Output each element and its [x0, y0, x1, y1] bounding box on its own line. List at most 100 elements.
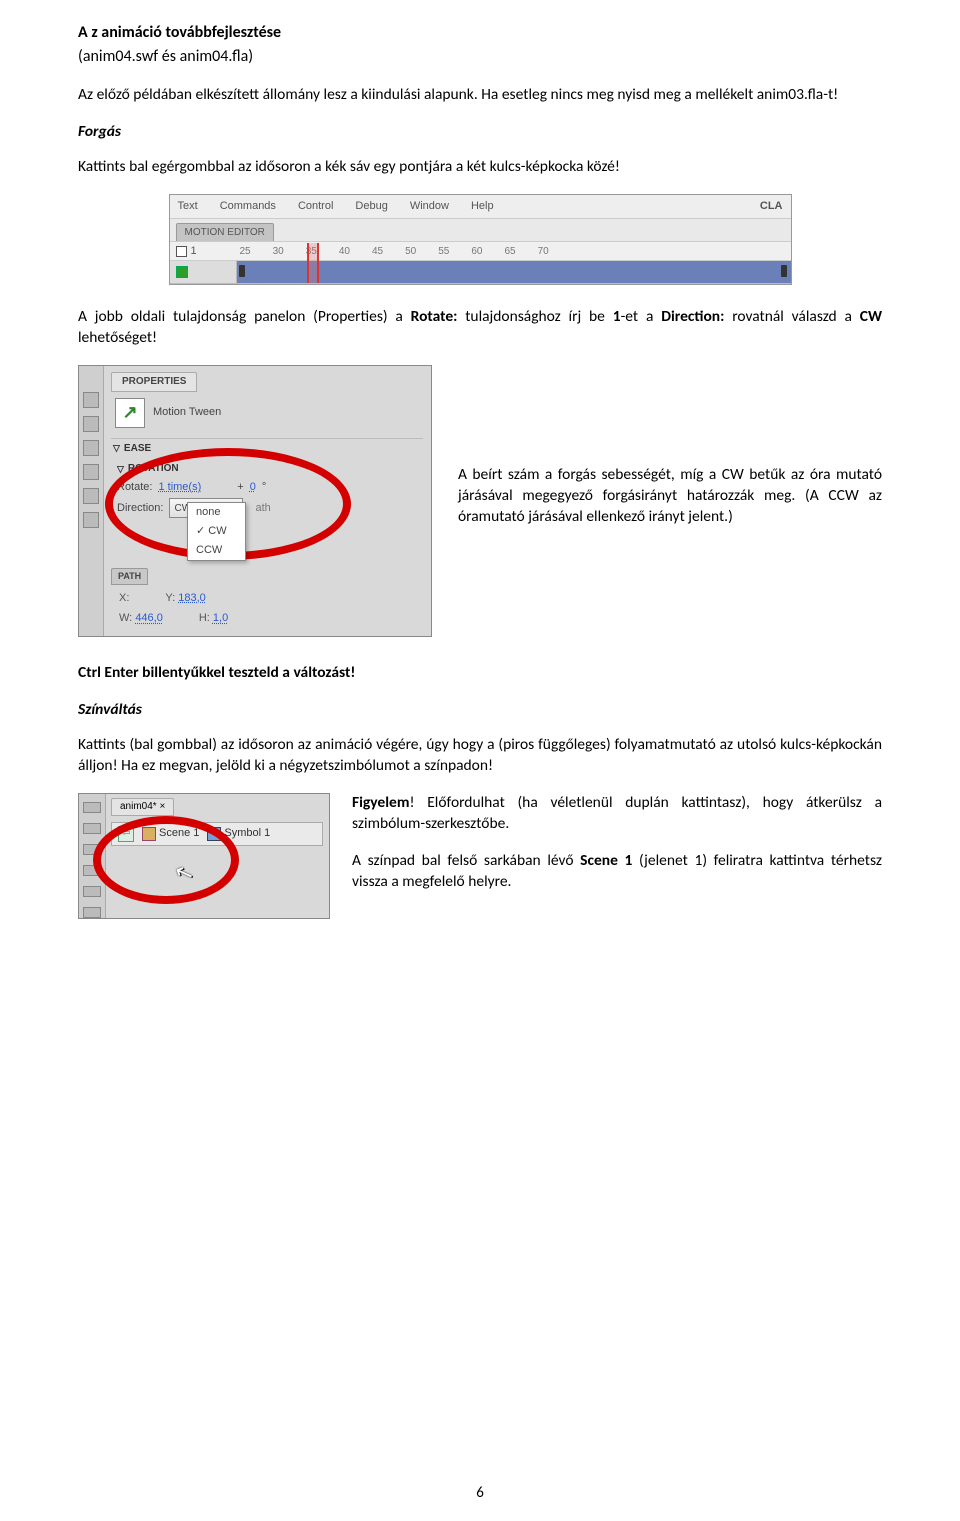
tool-icon[interactable]	[83, 802, 101, 813]
layer-lock-icon[interactable]	[176, 246, 187, 257]
text: A színpad bal felső sarkában lévő	[352, 851, 580, 870]
bold-scene1: Scene 1	[580, 851, 632, 870]
tool-icon[interactable]	[83, 392, 99, 408]
keyframe-icon[interactable]	[781, 265, 787, 277]
playhead-icon[interactable]	[307, 243, 319, 283]
bold-figyelem: Figyelem	[352, 793, 409, 812]
breadcrumb-scene[interactable]: Scene 1	[142, 826, 199, 841]
tool-icon[interactable]	[83, 907, 101, 918]
document-tab[interactable]: anim04* ×	[111, 798, 174, 816]
y-value[interactable]: 183,0	[178, 592, 206, 604]
bold-rotate: Rotate:	[411, 307, 458, 326]
tick: 30	[273, 245, 284, 259]
layer-color-swatch	[176, 266, 188, 278]
h-label: H:	[199, 612, 210, 624]
motion-tween-label: Motion Tween	[153, 405, 221, 420]
tool-icon[interactable]	[83, 886, 101, 897]
text: ! Előfordulhat (ha véletlenül duplán kat…	[352, 793, 882, 833]
menu-window[interactable]: Window	[410, 199, 449, 214]
app-menu-bar: Text Commands Control Debug Window Help …	[170, 195, 791, 219]
screenshot-properties-panel: PROPERTIES ↗ Motion Tween ▽EASE ▽ROTATIO…	[78, 365, 432, 637]
plus-label: +	[237, 480, 243, 495]
degree-label: °	[262, 480, 266, 495]
text: tulajdonsághoz írj be	[457, 307, 612, 326]
tool-icon[interactable]	[83, 512, 99, 528]
menu-control[interactable]: Control	[298, 199, 333, 214]
path-section[interactable]: PATH	[111, 568, 148, 584]
properties-tab[interactable]: PROPERTIES	[111, 372, 197, 392]
szinvaltas-p2: A színpad bal felső sarkában lévő Scene …	[352, 851, 882, 893]
menu-item-cw[interactable]: CW	[188, 522, 245, 541]
forgas-side-text: A beírt szám a forgás sebességét, míg a …	[458, 365, 882, 528]
menu-item-ccw[interactable]: CCW	[188, 541, 245, 560]
szinvaltas-p1: Kattints (bal gombbal) az idősoron az an…	[78, 735, 882, 777]
forgas-p1: Kattints bal egérgombbal az idősoron a k…	[78, 157, 882, 178]
tick: 70	[538, 245, 549, 259]
ruler-start: 1	[191, 244, 197, 259]
direction-label: Direction:	[117, 501, 163, 516]
edit-breadcrumb: ⇦ Scene 1 Symbol 1	[111, 822, 323, 846]
tool-icon[interactable]	[83, 416, 99, 432]
menu-help[interactable]: Help	[471, 199, 494, 214]
tool-icon[interactable]	[83, 823, 101, 834]
menu-text[interactable]: Text	[178, 199, 198, 214]
doc-subtitle: (anim04.swf és anim04.fla)	[78, 46, 882, 68]
symbol-icon	[207, 827, 221, 841]
motion-tween-icon: ↗	[115, 398, 145, 428]
rotation-section[interactable]: ▽ROTATION	[117, 462, 417, 476]
rotation-label: ROTATION	[128, 462, 179, 476]
text: lehetőséget!	[78, 328, 157, 347]
menu-item-none[interactable]: none	[188, 503, 245, 522]
back-arrow-icon[interactable]: ⇦	[118, 826, 134, 842]
tool-icon[interactable]	[83, 488, 99, 504]
symbol-label: Symbol 1	[224, 826, 270, 841]
close-icon[interactable]: ×	[159, 801, 165, 812]
motion-editor-tab[interactable]: MOTION EDITOR	[176, 223, 274, 242]
tool-icon[interactable]	[83, 440, 99, 456]
intro-paragraph: Az előző példában elkészített állomány l…	[78, 85, 882, 106]
menu-commands[interactable]: Commands	[220, 199, 276, 214]
tick: 45	[372, 245, 383, 259]
ctrl-enter-line: Ctrl Enter billentyűkkel teszteld a vált…	[78, 663, 882, 684]
ease-section[interactable]: ▽EASE	[111, 439, 423, 459]
tick: 50	[405, 245, 416, 259]
tick: 60	[471, 245, 482, 259]
ease-label: EASE	[124, 442, 151, 456]
tab-label: anim04*	[120, 801, 157, 812]
w-value[interactable]: 446,0	[135, 612, 163, 624]
section-forgas: Forgás	[78, 122, 882, 143]
tick: 55	[438, 245, 449, 259]
vertical-toolstrip	[79, 366, 104, 636]
screenshot-scene-breadcrumb: anim04* × ⇦ Scene 1 Symbol 1 ↖	[78, 793, 330, 919]
rotate-value[interactable]: 1 time(s)	[158, 480, 201, 495]
scene-icon	[142, 827, 156, 841]
tool-icon[interactable]	[83, 865, 101, 876]
tool-icon[interactable]	[83, 844, 101, 855]
w-label: W:	[119, 612, 132, 624]
rotate-label: Rotate:	[117, 480, 152, 495]
bold-cw: CW	[860, 307, 882, 326]
timeline-layer-row[interactable]	[170, 261, 791, 284]
x-label: X:	[119, 592, 129, 604]
keyframe-icon[interactable]	[239, 265, 245, 277]
direction-dropdown-menu: none CW CCW	[187, 502, 246, 561]
screenshot-timeline: Text Commands Control Debug Window Help …	[169, 194, 792, 285]
menu-debug[interactable]: Debug	[355, 199, 387, 214]
doc-title: A z animáció továbbfejlesztése	[78, 22, 882, 44]
rotate-plus-value[interactable]: 0	[250, 480, 256, 495]
y-label: Y:	[165, 592, 175, 604]
tick: 40	[339, 245, 350, 259]
stray-text: ath	[255, 501, 270, 516]
timeline-ruler: 1 25 30 35 40 45 50 55 60 65 70	[170, 241, 791, 261]
tick: 65	[505, 245, 516, 259]
szinvaltas-warning: Figyelem! Előfordulhat (ha véletlenül du…	[352, 793, 882, 835]
page-number: 6	[0, 1483, 960, 1503]
tool-icon[interactable]	[83, 464, 99, 480]
h-value[interactable]: 1,0	[213, 612, 228, 624]
cla-label: CLA	[760, 199, 783, 214]
text: rovatnál válaszd a	[724, 307, 859, 326]
breadcrumb-symbol[interactable]: Symbol 1	[207, 826, 270, 841]
forgas-p2: A jobb oldali tulajdonság panelon (Prope…	[78, 307, 882, 349]
text: A jobb oldali tulajdonság panelon (Prope…	[78, 307, 411, 326]
tick: 25	[240, 245, 251, 259]
